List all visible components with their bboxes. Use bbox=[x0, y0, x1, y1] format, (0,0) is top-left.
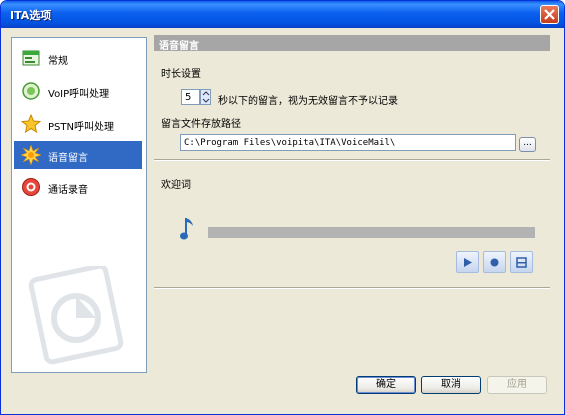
stepper-buttons[interactable] bbox=[200, 89, 211, 105]
duration-hint: 秒以下的留言，视为无效留言不予以记录 bbox=[218, 96, 398, 107]
call-record-icon bbox=[22, 178, 40, 196]
voicemail-path-field[interactable]: C:\Program Files\voipita\ITA\VoiceMail\ bbox=[180, 134, 516, 151]
close-button[interactable] bbox=[540, 5, 559, 24]
general-settings-icon bbox=[22, 50, 40, 66]
play-button[interactable] bbox=[456, 251, 479, 273]
panel-title: 语音留言 bbox=[159, 41, 199, 52]
duration-stepper[interactable]: 5 bbox=[181, 89, 213, 105]
nav-item-voicemail[interactable]: 语音留言 bbox=[14, 141, 142, 169]
nav-item-recording[interactable]: 通话录音 bbox=[14, 173, 142, 201]
panel-header: 语音留言 bbox=[154, 35, 550, 52]
chevron-down-icon[interactable] bbox=[202, 97, 210, 104]
cancel-button[interactable]: 取消 bbox=[421, 376, 481, 394]
record-button[interactable] bbox=[483, 251, 506, 273]
pstn-star-icon bbox=[21, 114, 41, 134]
dialog-client: 常规 VoIP呼叫处理 PSTN呼叫处理 语音留言 通话录音 语音留言 时长设置… bbox=[1, 28, 564, 414]
duration-field[interactable]: 5 bbox=[181, 89, 200, 105]
watermark-logo-icon bbox=[28, 266, 124, 365]
divider bbox=[154, 287, 550, 289]
apply-button[interactable]: 应用 bbox=[487, 376, 547, 394]
record-icon bbox=[490, 258, 499, 267]
settings-panel: 语音留言 时长设置 5 秒以下的留言，视为无效留言不予以记录 留言文件存放路径 … bbox=[154, 35, 550, 369]
nav-label: 通话录音 bbox=[48, 185, 88, 196]
title-bar[interactable]: ITA选项 bbox=[1, 1, 564, 28]
welcome-audio-progress[interactable] bbox=[208, 227, 535, 238]
category-nav: 常规 VoIP呼叫处理 PSTN呼叫处理 语音留言 通话录音 bbox=[11, 37, 147, 373]
ok-button[interactable]: 确定 bbox=[356, 376, 416, 394]
voip-call-icon bbox=[22, 82, 40, 100]
close-icon bbox=[544, 9, 555, 20]
music-note-icon bbox=[180, 218, 193, 240]
chevron-up-icon[interactable] bbox=[202, 90, 210, 97]
path-section-label: 留言文件存放路径 bbox=[161, 119, 241, 130]
nav-label: PSTN呼叫处理 bbox=[48, 122, 114, 133]
nav-label: VoIP呼叫处理 bbox=[48, 89, 110, 100]
window-title: ITA选项 bbox=[10, 9, 52, 22]
nav-item-general[interactable]: 常规 bbox=[14, 44, 142, 72]
play-icon bbox=[464, 258, 472, 267]
nav-label: 常规 bbox=[48, 56, 68, 67]
divider bbox=[154, 159, 550, 161]
nav-label: 语音留言 bbox=[48, 153, 88, 164]
nav-item-pstn[interactable]: PSTN呼叫处理 bbox=[14, 110, 142, 138]
nav-item-voip[interactable]: VoIP呼叫处理 bbox=[14, 77, 142, 105]
stop-icon bbox=[516, 257, 527, 268]
options-window: ITA选项 常规 VoIP呼叫处理 PSTN呼叫处理 语音留言 通话录音 语音留… bbox=[0, 0, 565, 415]
welcome-section-label: 欢迎词 bbox=[161, 180, 191, 191]
browse-button[interactable]: ... bbox=[519, 137, 536, 152]
stop-button[interactable] bbox=[510, 251, 533, 273]
duration-section-label: 时长设置 bbox=[161, 69, 201, 80]
voicemail-burst-icon bbox=[21, 145, 41, 165]
